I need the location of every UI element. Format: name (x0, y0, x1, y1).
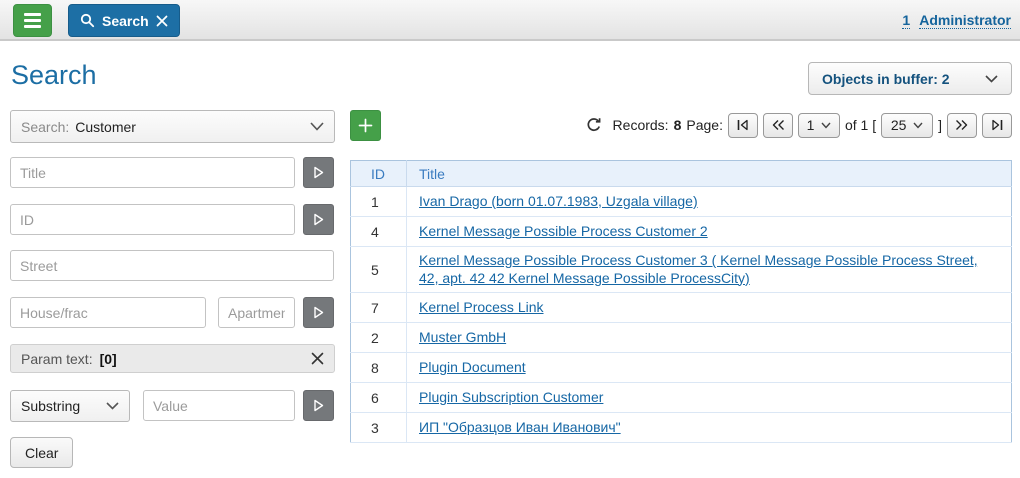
records-label: Records: (613, 117, 669, 133)
tab-search[interactable]: Search (68, 4, 180, 37)
menu-button[interactable] (13, 4, 52, 37)
row-id: 2 (351, 323, 407, 353)
first-page-button[interactable] (728, 113, 758, 138)
title-input[interactable] (10, 157, 295, 188)
row-id: 1 (351, 187, 407, 217)
per-page-value: 25 (891, 117, 907, 133)
row-title-link[interactable]: Kernel Message Possible Process Customer… (419, 223, 708, 239)
bracket-close-label: ] (938, 117, 942, 133)
records-count: 8 (674, 117, 682, 133)
close-icon[interactable] (156, 15, 168, 27)
page-label: Page: (686, 117, 723, 133)
search-type-value: Customer (75, 119, 136, 135)
table-row: 8 Plugin Document (351, 353, 1012, 383)
run-icon (313, 166, 324, 179)
table-row: 7 Kernel Process Link (351, 293, 1012, 323)
last-page-button[interactable] (982, 113, 1012, 138)
run-icon (313, 306, 324, 319)
chevron-down-icon (913, 122, 923, 129)
search-type-label: Search: (21, 119, 69, 135)
clear-param-button[interactable] (311, 352, 324, 365)
search-type-select[interactable]: Search: Customer (10, 110, 335, 143)
table-row: 6 Plugin Subscription Customer (351, 383, 1012, 413)
chevron-down-icon (821, 122, 831, 129)
objects-in-buffer-label: Objects in buffer: 2 (822, 71, 950, 87)
table-row: 4 Kernel Message Possible Process Custom… (351, 217, 1012, 247)
row-title-link[interactable]: Plugin Subscription Customer (419, 389, 603, 405)
table-row: 1 Ivan Drago (born 01.07.1983, Uzgala vi… (351, 187, 1012, 217)
param-text-label: Param text: (21, 351, 93, 367)
results-table-body: 1 Ivan Drago (born 01.07.1983, Uzgala vi… (351, 187, 1012, 443)
run-address-search-button[interactable] (303, 297, 334, 328)
of-pages-label: of 1 [ (845, 117, 876, 133)
param-text-count: [0] (100, 351, 117, 367)
run-id-search-button[interactable] (303, 204, 334, 235)
run-icon (313, 399, 324, 412)
row-id: 3 (351, 413, 407, 443)
run-title-search-button[interactable] (303, 157, 334, 188)
run-icon (313, 213, 324, 226)
add-button[interactable] (350, 110, 381, 141)
param-value-input[interactable] (143, 390, 295, 421)
hamburger-icon (24, 13, 41, 28)
chevron-down-icon (106, 402, 119, 410)
row-title-link[interactable]: ИП "Образцов Иван Иванович" (419, 419, 621, 435)
column-header-title[interactable]: Title (407, 161, 1012, 187)
user-area: 1 Administrator (902, 12, 1011, 29)
page-number-select[interactable]: 1 (798, 113, 840, 138)
row-title-link[interactable]: Kernel Message Possible Process Customer… (419, 252, 978, 286)
next-page-icon (955, 119, 969, 131)
row-title-link[interactable]: Ivan Drago (born 01.07.1983, Uzgala vill… (419, 193, 698, 209)
add-icon (358, 118, 373, 133)
row-title-link[interactable]: Muster GmbH (419, 329, 506, 345)
match-mode-value: Substring (21, 398, 80, 414)
run-param-search-button[interactable] (303, 390, 334, 421)
row-id: 4 (351, 217, 407, 247)
per-page-select[interactable]: 25 (881, 113, 933, 138)
topbar: Search 1 Administrator (0, 0, 1020, 41)
house-input[interactable] (10, 297, 206, 328)
results-table: ID Title 1 Ivan Drago (born 01.07.1983, … (350, 160, 1012, 443)
row-title-link[interactable]: Kernel Process Link (419, 299, 544, 315)
user-id-link[interactable]: 1 (902, 12, 910, 29)
clear-button[interactable]: Clear (10, 437, 73, 468)
row-title-link[interactable]: Plugin Document (419, 359, 526, 375)
table-row: 2 Muster GmbH (351, 323, 1012, 353)
chevron-down-icon (310, 122, 324, 131)
next-page-button[interactable] (947, 113, 977, 138)
page-title: Search (11, 60, 97, 91)
param-text-bar: Param text: [0] (10, 344, 335, 373)
row-id: 6 (351, 383, 407, 413)
first-page-icon (736, 119, 749, 131)
street-input[interactable] (10, 250, 334, 281)
column-header-id[interactable]: ID (351, 161, 407, 187)
last-page-icon (991, 119, 1004, 131)
search-icon (80, 13, 95, 28)
user-name-link[interactable]: Administrator (919, 12, 1011, 29)
prev-page-icon (771, 119, 785, 131)
table-row: 3 ИП "Образцов Иван Иванович" (351, 413, 1012, 443)
chevron-down-icon (985, 75, 998, 83)
row-id: 8 (351, 353, 407, 383)
prev-page-button[interactable] (763, 113, 793, 138)
refresh-button[interactable] (586, 117, 602, 133)
objects-in-buffer-button[interactable]: Objects in buffer: 2 (808, 62, 1012, 95)
row-id: 7 (351, 293, 407, 323)
tab-label: Search (102, 13, 149, 29)
table-header-row: ID Title (351, 161, 1012, 187)
page-number-value: 1 (807, 117, 815, 133)
id-input[interactable] (10, 204, 295, 235)
pagination-bar: Records: 8 Page: 1 of 1 [ 25 ] (586, 111, 1012, 139)
table-row: 5 Kernel Message Possible Process Custom… (351, 247, 1012, 293)
apartment-input[interactable] (218, 297, 295, 328)
match-mode-select[interactable]: Substring (10, 390, 130, 422)
row-id: 5 (351, 247, 407, 293)
